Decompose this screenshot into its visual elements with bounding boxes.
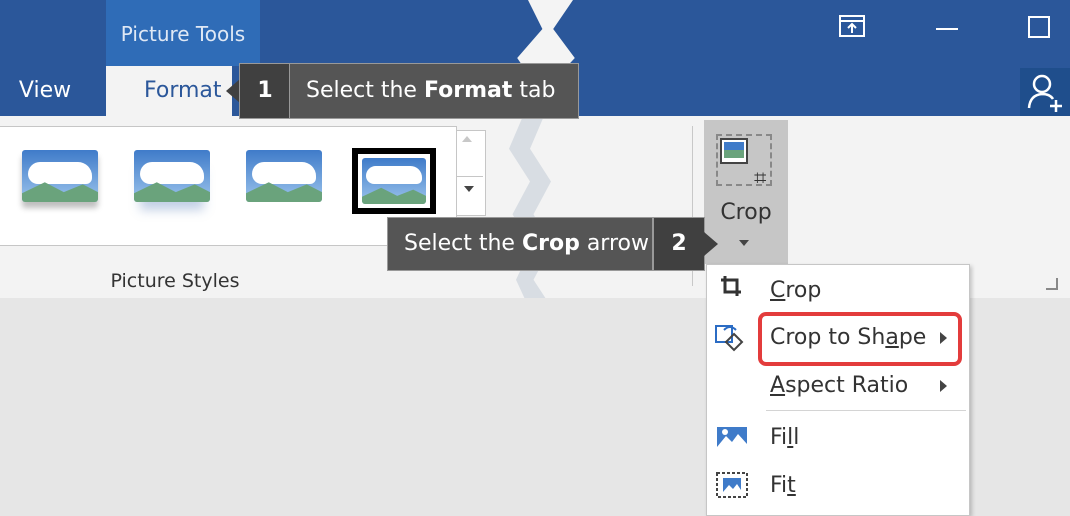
- callout-text-plain: Select the: [404, 231, 522, 256]
- menu-item-fill-label: Fill: [770, 425, 800, 450]
- callout-step-number: 1: [239, 63, 291, 119]
- crop-handle-icon: ⌗: [754, 166, 767, 191]
- menu-item-crop-label: Crop: [770, 278, 822, 303]
- menu-item-fit-label: Fit: [770, 473, 796, 498]
- menu-item-crop[interactable]: [708, 270, 966, 312]
- picture-style-thumbnail[interactable]: [134, 150, 210, 202]
- picture-styles-group-label: Picture Styles: [110, 270, 240, 292]
- picture-style-thumbnail[interactable]: [22, 150, 98, 202]
- callout-text-bold: Format: [423, 78, 513, 103]
- fit-icon: [716, 472, 748, 504]
- restore-icon[interactable]: [838, 14, 866, 38]
- scroll-up-icon[interactable]: [462, 136, 472, 142]
- picture-style-thumbnail[interactable]: [246, 150, 322, 202]
- dialog-launcher-icon[interactable]: [1046, 278, 1058, 290]
- crop-icon: [716, 274, 746, 304]
- crop-to-shape-icon: [714, 322, 744, 358]
- crop-dropdown-arrow-icon[interactable]: [739, 240, 749, 246]
- maximize-icon[interactable]: [1028, 16, 1050, 38]
- fill-icon: [716, 424, 747, 456]
- minimize-icon[interactable]: [936, 28, 958, 30]
- menu-separator: [766, 410, 966, 411]
- callout-step-text: Select the Crop arrow: [387, 217, 653, 271]
- callout-step-number: 2: [653, 217, 705, 271]
- tab-format-label: Format: [144, 78, 222, 103]
- highlight-box: [758, 312, 962, 366]
- callout-text-plain: tab: [512, 78, 556, 103]
- callout-text-plain: Select the: [306, 78, 424, 103]
- picture-style-thumbnail-image: [362, 158, 426, 204]
- callout-text-bold: Crop: [521, 231, 580, 256]
- gallery-scrollbar[interactable]: [456, 130, 486, 216]
- tab-format[interactable]: Format: [106, 66, 232, 120]
- crop-large-icon-hill: [724, 150, 744, 158]
- tab-view[interactable]: View: [0, 76, 90, 116]
- callout-pointer-icon: [704, 232, 718, 256]
- scroll-down-icon: [464, 186, 474, 192]
- callout-text-plain: arrow: [579, 231, 649, 256]
- picture-tools-label: Picture Tools: [120, 22, 246, 46]
- share-person-icon: [1027, 74, 1062, 112]
- submenu-arrow-icon: [940, 380, 947, 392]
- share-button[interactable]: [1020, 68, 1070, 116]
- callout-pointer-icon: [226, 79, 240, 103]
- callout-step-text: Select the Format tab: [289, 63, 579, 119]
- menu-item-aspect-ratio-label: Aspect Ratio: [770, 373, 909, 398]
- crop-button-label: Crop: [720, 200, 772, 225]
